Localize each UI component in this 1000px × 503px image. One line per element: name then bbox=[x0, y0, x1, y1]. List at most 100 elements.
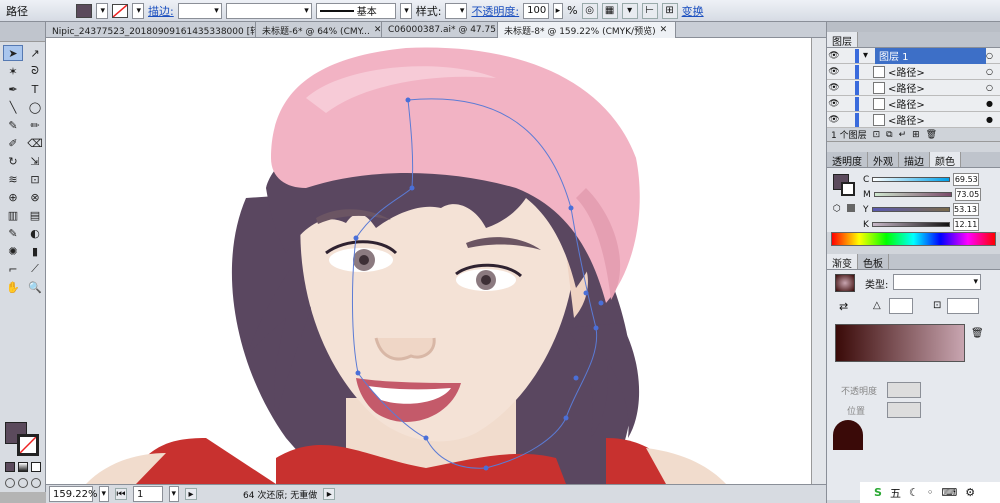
ime-icon[interactable]: S bbox=[874, 486, 882, 499]
scale-tool-icon[interactable]: ⇲ bbox=[25, 153, 45, 169]
target-icon[interactable]: ○ bbox=[986, 51, 1000, 60]
layer-row[interactable]: 👁 <路径> ○ bbox=[827, 64, 1000, 80]
next-page-icon[interactable]: ▸ bbox=[185, 488, 197, 500]
close-icon[interactable]: ✕ bbox=[660, 25, 668, 35]
column-graph-tool-icon[interactable]: ▮ bbox=[25, 243, 45, 259]
paintbrush-tool-icon[interactable]: ✎ bbox=[3, 117, 23, 133]
tab-layers[interactable]: 图层 bbox=[827, 32, 858, 48]
symbol-sprayer-tool-icon[interactable]: ✺ bbox=[3, 243, 23, 259]
punctuation-icon[interactable]: ◦ bbox=[927, 486, 934, 499]
brush-definition[interactable]: 基本 bbox=[315, 2, 396, 19]
slider-track[interactable] bbox=[871, 222, 950, 227]
magic-wand-tool-icon[interactable]: ✶ bbox=[3, 63, 23, 79]
new-layer-icon[interactable]: ⊞ bbox=[912, 130, 920, 140]
selection-tool-icon[interactable]: ➤ bbox=[3, 45, 23, 61]
gradient-slider[interactable] bbox=[835, 324, 965, 362]
eye-icon[interactable]: 👁 bbox=[827, 83, 841, 93]
channel-value[interactable]: 12.11 bbox=[952, 218, 979, 231]
artboard-tool-icon[interactable]: ⌐ bbox=[3, 261, 23, 277]
draw-normal-icon[interactable] bbox=[5, 478, 15, 488]
angle-input[interactable] bbox=[889, 298, 913, 314]
eraser-tool-icon[interactable]: ⌫ bbox=[25, 135, 45, 151]
stroke-label-link[interactable]: 描边: bbox=[148, 3, 174, 19]
draw-inside-icon[interactable] bbox=[31, 478, 41, 488]
document-tab[interactable]: Nipic_24377523_20180909161435338000 [转换]… bbox=[46, 22, 256, 38]
rotate-tool-icon[interactable]: ↻ bbox=[3, 153, 23, 169]
perspective-grid-tool-icon[interactable]: ▥ bbox=[3, 207, 23, 223]
slider-track[interactable] bbox=[872, 177, 951, 182]
slice-tool-icon[interactable]: ⟋ bbox=[25, 261, 45, 277]
document-tab[interactable]: 未标题-6* @ 64% (CMY... ✕ bbox=[256, 22, 382, 38]
expand-icon[interactable]: ▾ bbox=[863, 50, 875, 61]
layer-row[interactable]: 👁 ▾ 图层 1 ○ bbox=[827, 47, 1000, 64]
fill-stroke-widget[interactable] bbox=[5, 422, 41, 458]
gear-icon[interactable]: ⚙ bbox=[965, 486, 975, 499]
reverse-gradient-icon[interactable]: ⇄ bbox=[839, 300, 848, 313]
pencil-tool-icon[interactable]: ✏ bbox=[25, 117, 45, 133]
tab-stroke[interactable]: 描边 bbox=[899, 152, 930, 168]
web-safe-icon[interactable] bbox=[847, 204, 855, 212]
stroke-swatch[interactable] bbox=[112, 3, 128, 18]
ellipse-tool-icon[interactable]: ◯ bbox=[25, 99, 45, 115]
variable-width-dropdown[interactable]: ▾ bbox=[225, 2, 312, 19]
brush-dropdown[interactable]: ▾ bbox=[399, 2, 412, 19]
channel-value[interactable]: 53.13 bbox=[952, 203, 979, 216]
first-page-icon[interactable]: ⏮ bbox=[115, 488, 127, 500]
tab-transparency[interactable]: 透明度 bbox=[827, 152, 868, 168]
vertical-scrollbar[interactable] bbox=[811, 38, 826, 484]
delete-layer-icon[interactable]: 🗑 bbox=[926, 130, 937, 140]
stroke-color-icon[interactable] bbox=[17, 434, 39, 456]
recolor-icon[interactable]: ◎ bbox=[581, 2, 598, 19]
stop-opacity-input[interactable] bbox=[887, 382, 921, 398]
opacity-dropdown[interactable]: ▸ bbox=[553, 2, 564, 19]
channel-value[interactable]: 69.53 bbox=[953, 173, 980, 186]
options-icon[interactable]: ▾ bbox=[621, 2, 638, 19]
delete-stop-icon[interactable]: 🗑 bbox=[971, 328, 984, 339]
slider-track[interactable] bbox=[871, 207, 950, 212]
moon-icon[interactable]: ☾ bbox=[909, 486, 919, 499]
stroke-weight-dropdown[interactable]: ▾ bbox=[177, 2, 222, 19]
layer-row[interactable]: 👁 <路径> ● bbox=[827, 96, 1000, 112]
opacity-input[interactable]: 100 bbox=[523, 2, 550, 19]
zoom-dropdown[interactable]: ▾ bbox=[99, 486, 109, 502]
live-paint-tool-icon[interactable]: ⊗ bbox=[25, 189, 45, 205]
transform-link[interactable]: 变换 bbox=[682, 3, 704, 19]
target-icon[interactable]: ● bbox=[986, 115, 1000, 124]
align-left-icon[interactable]: ⊢ bbox=[641, 2, 658, 19]
tab-color[interactable]: 颜色 bbox=[930, 152, 961, 168]
locate-object-icon[interactable]: ⊡ bbox=[873, 130, 881, 140]
gradient-tool-icon[interactable]: ▤ bbox=[25, 207, 45, 223]
color-mode-icon[interactable] bbox=[5, 462, 15, 472]
toolbox-grip[interactable] bbox=[0, 22, 45, 42]
shape-builder-tool-icon[interactable]: ⊕ bbox=[3, 189, 23, 205]
document-tab-active[interactable]: 未标题-8* @ 159.22% (CMYK/预览) ✕ bbox=[498, 22, 676, 38]
ime-label[interactable]: 五 bbox=[890, 485, 901, 501]
align-icon[interactable]: ▦ bbox=[601, 2, 618, 19]
gradient-type-dropdown[interactable]: ▾ bbox=[893, 274, 981, 290]
slider-m[interactable]: M 73.05 bbox=[863, 187, 998, 202]
target-icon[interactable]: ● bbox=[986, 99, 1000, 108]
free-transform-tool-icon[interactable]: ⊡ bbox=[25, 171, 45, 187]
out-of-gamut-icon[interactable]: ⬡ bbox=[833, 204, 841, 214]
layer-row[interactable]: 👁 <路径> ○ bbox=[827, 80, 1000, 96]
type-tool-icon[interactable]: T bbox=[25, 81, 45, 97]
make-clip-mask-icon[interactable]: ⧉ bbox=[886, 130, 892, 140]
fill-dropdown[interactable]: ▾ bbox=[96, 2, 108, 19]
opacity-label-link[interactable]: 不透明度: bbox=[471, 3, 519, 19]
page-dropdown[interactable]: ▾ bbox=[169, 486, 179, 502]
style-dropdown[interactable]: ▾ bbox=[445, 2, 468, 19]
tab-gradient[interactable]: 渐变 bbox=[827, 254, 858, 270]
gradient-mode-icon[interactable] bbox=[18, 462, 28, 472]
isolate-icon[interactable]: ⊞ bbox=[661, 2, 678, 19]
warp-tool-icon[interactable]: ≋ bbox=[3, 171, 23, 187]
new-sublayer-icon[interactable]: ↵ bbox=[899, 130, 907, 140]
gradient-thumbnail[interactable] bbox=[835, 274, 855, 292]
artboard-canvas[interactable] bbox=[46, 38, 811, 484]
eye-icon[interactable]: 👁 bbox=[827, 99, 841, 109]
tab-swatches[interactable]: 色板 bbox=[858, 254, 889, 270]
status-menu-icon[interactable]: ▸ bbox=[323, 488, 336, 500]
stroke-color-icon[interactable] bbox=[841, 182, 855, 196]
page-input[interactable]: 1 bbox=[133, 486, 163, 502]
stroke-dropdown[interactable]: ▾ bbox=[132, 2, 144, 19]
hand-tool-icon[interactable]: ✋ bbox=[3, 279, 23, 295]
